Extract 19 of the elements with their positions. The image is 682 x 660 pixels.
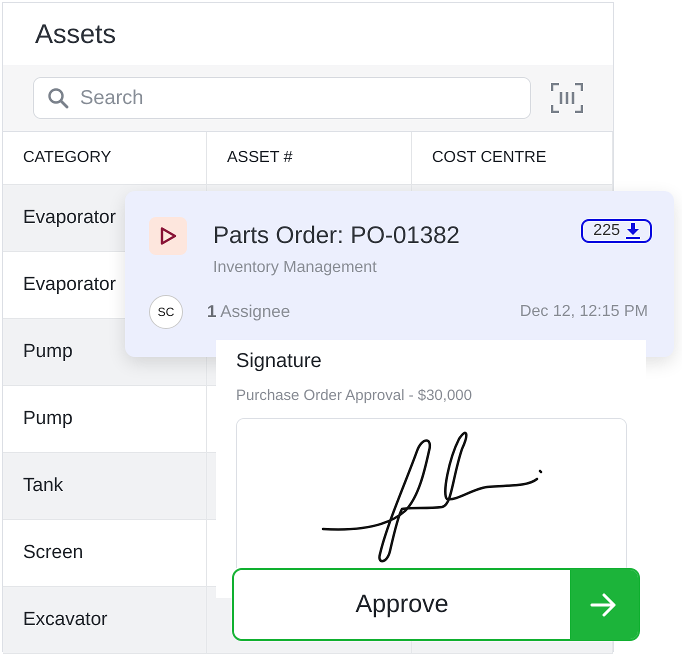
table-cell: Tank <box>3 453 207 520</box>
download-count-badge[interactable]: 225 <box>581 219 652 243</box>
play-icon <box>149 217 187 255</box>
download-icon <box>626 223 640 239</box>
assignee-count: 1 Assignee <box>207 302 292 322</box>
approve-button[interactable]: Approve <box>232 568 640 641</box>
search-field[interactable]: Search <box>33 77 531 119</box>
table-cell: Excavator <box>3 587 207 654</box>
barcode-scan-icon[interactable] <box>551 83 583 113</box>
page-title: Assets <box>35 18 116 50</box>
order-title: Parts Order: PO-01382 <box>213 222 461 250</box>
table-cell: Pump <box>3 386 207 453</box>
search-icon <box>47 87 69 109</box>
order-subtitle: Inventory Management <box>213 259 378 277</box>
arrow-right-icon <box>590 592 618 616</box>
order-date: Dec 12, 12:15 PM <box>520 303 648 321</box>
table-cell: Screen <box>3 520 207 587</box>
signature-subtitle: Purchase Order Approval - $30,000 <box>236 387 473 404</box>
avatar: SC <box>149 295 183 329</box>
